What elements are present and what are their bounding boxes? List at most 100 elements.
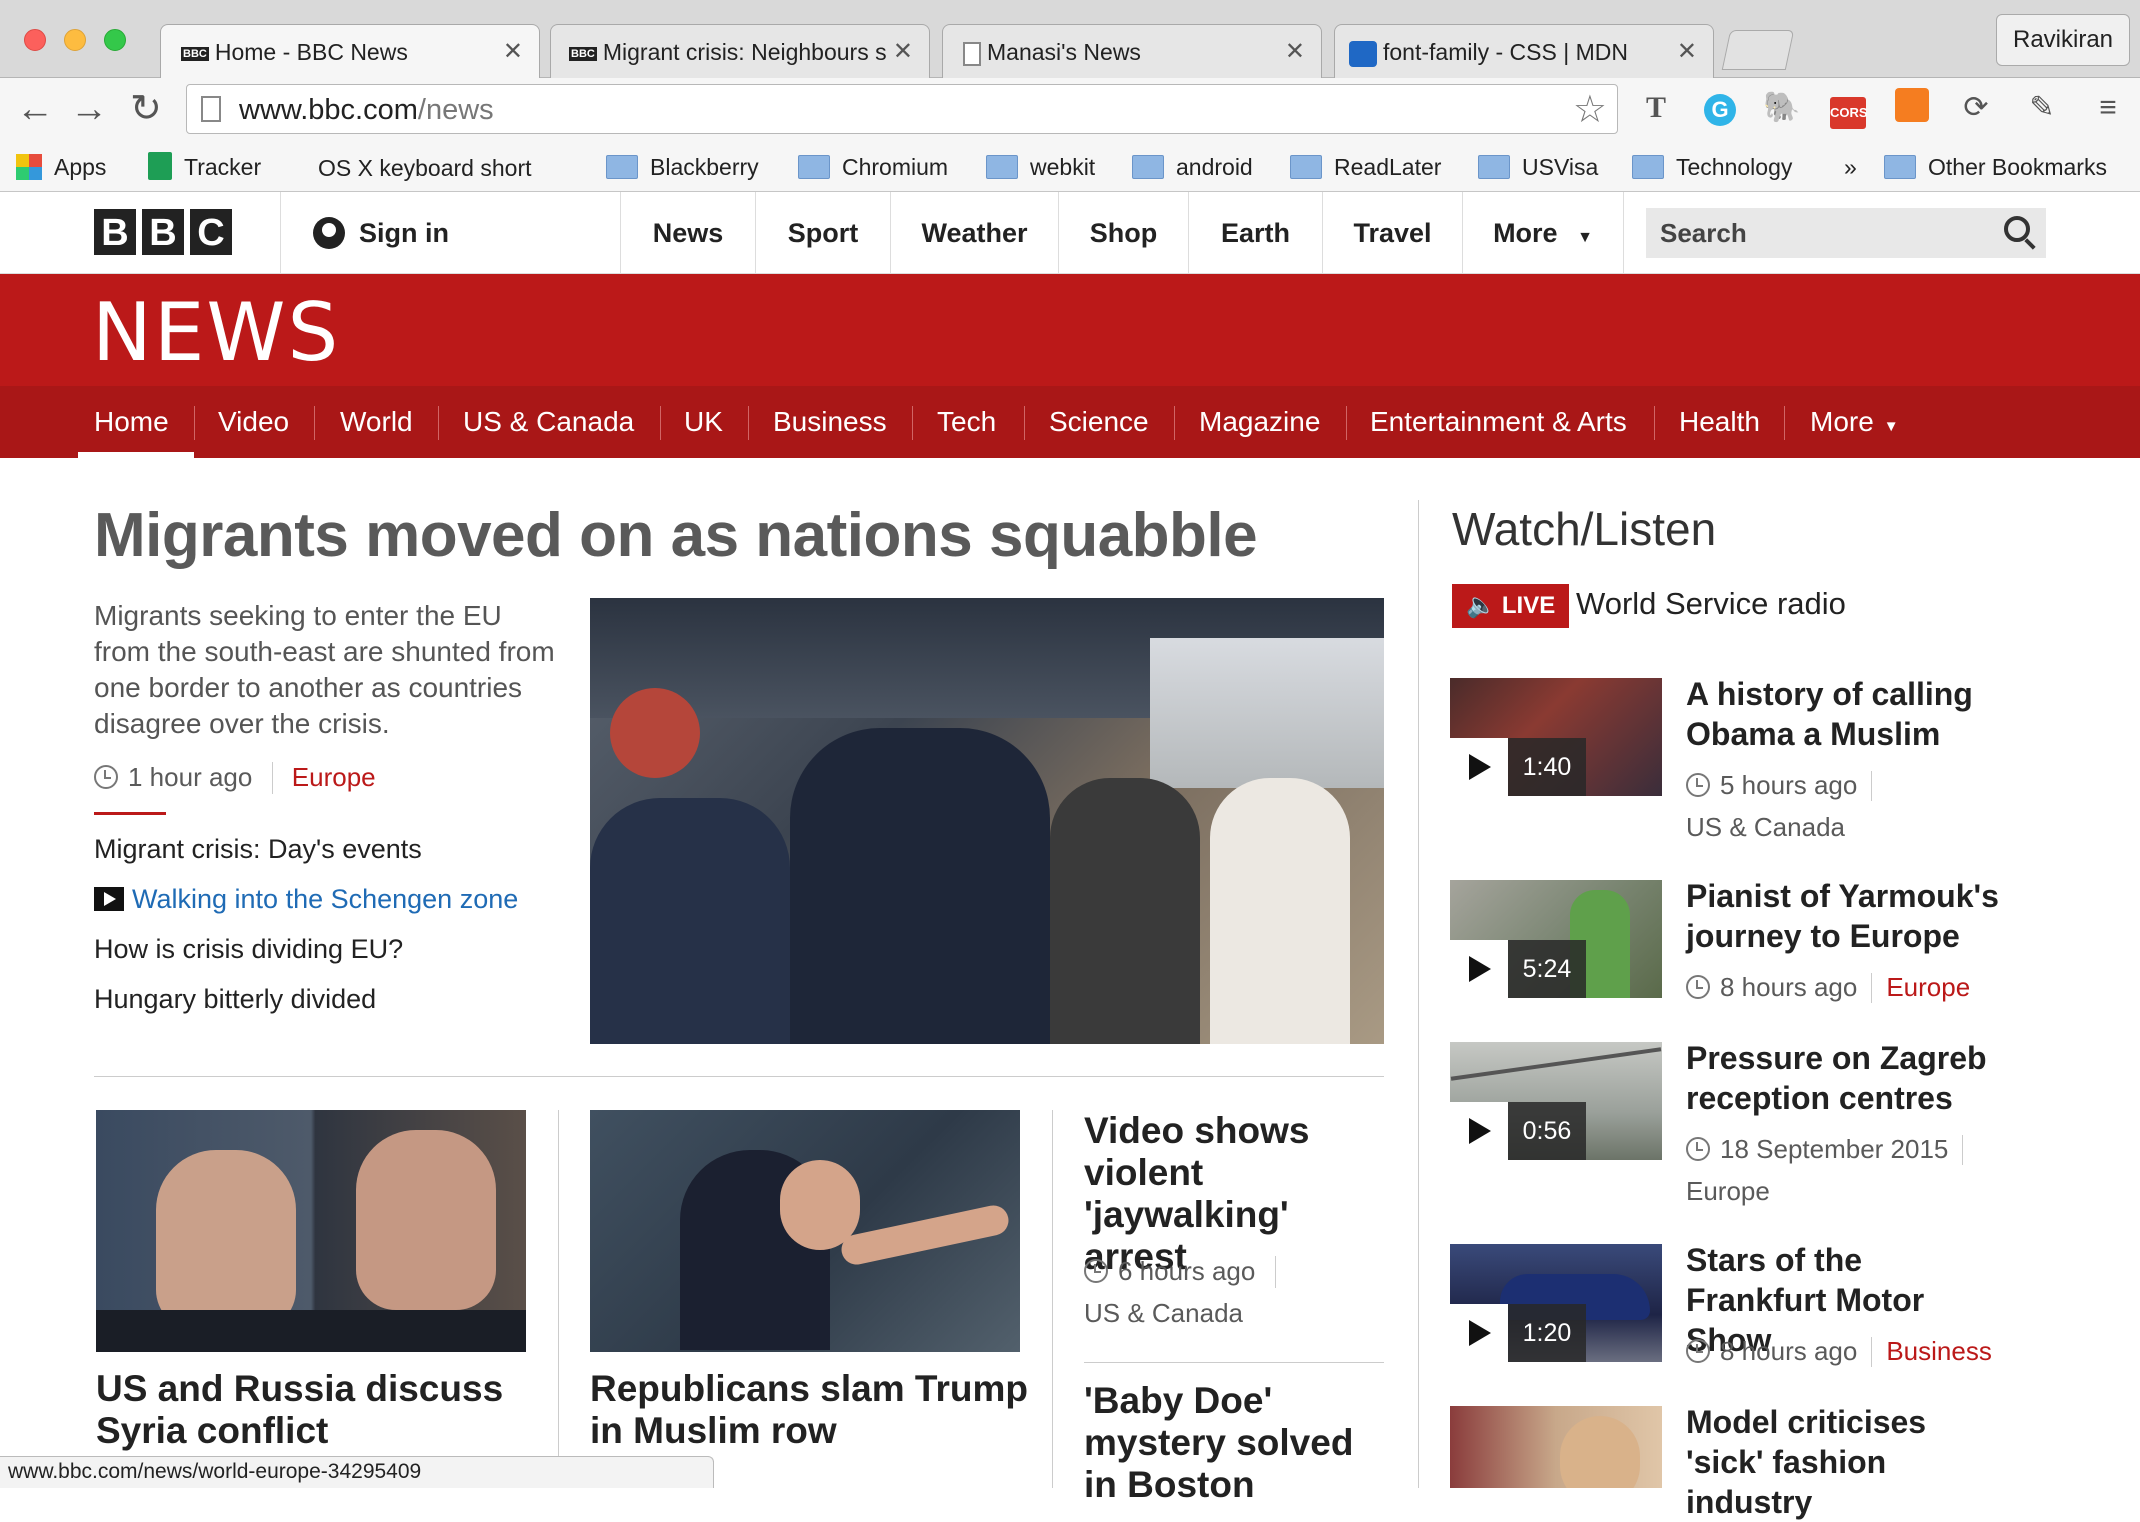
related-link-1[interactable]: Migrant crisis: Day's events bbox=[94, 834, 422, 865]
video-thumb-zagreb[interactable]: 0:56 bbox=[1450, 1042, 1662, 1160]
sheets-icon bbox=[148, 152, 172, 180]
tab-mdn[interactable]: font-family - CSS | MDN ✕ bbox=[1334, 24, 1714, 78]
back-icon[interactable]: ← bbox=[16, 88, 54, 131]
watch-item-title[interactable]: Pianist of Yarmouk's journey to Europe bbox=[1686, 876, 2006, 956]
new-tab-button[interactable] bbox=[1721, 30, 1795, 70]
address-bar[interactable]: www.bbc.com/news ☆ bbox=[186, 84, 1618, 134]
video-thumb-yarmouk[interactable]: 5:24 bbox=[1450, 880, 1662, 998]
bookmark-osx-shortcuts[interactable]: OS X keyboard short bbox=[306, 150, 576, 184]
close-tab-icon[interactable]: ✕ bbox=[886, 37, 913, 66]
subnav-health[interactable]: Health bbox=[1679, 386, 1760, 458]
logo-block: B bbox=[94, 209, 136, 255]
related-link-4[interactable]: Hungary bitterly divided bbox=[94, 984, 376, 1015]
bookmark-apps[interactable]: Apps bbox=[16, 150, 106, 184]
story-image-trump[interactable] bbox=[590, 1110, 1020, 1352]
subnav-more[interactable]: More ▼ bbox=[1810, 386, 1899, 458]
timestamp: 5 hours ago bbox=[1720, 770, 1858, 800]
tab-manasis-news[interactable]: Manasi's News ✕ bbox=[942, 24, 1322, 78]
eyedropper-icon[interactable]: ✎ bbox=[2022, 88, 2062, 128]
bookmark-chromium[interactable]: Chromium bbox=[798, 150, 948, 184]
subnav-world[interactable]: World bbox=[340, 386, 413, 458]
close-tab-icon[interactable]: ✕ bbox=[1285, 37, 1305, 66]
bbc-logo[interactable]: BBC bbox=[94, 209, 238, 255]
chrome-menu-icon[interactable]: ≡ bbox=[2088, 88, 2128, 128]
watch-item-title[interactable]: Model criticises 'sick' fashion industry bbox=[1686, 1402, 2006, 1522]
section-link[interactable]: Europe bbox=[292, 762, 376, 792]
forward-icon[interactable]: → bbox=[70, 88, 108, 131]
bookmark-other[interactable]: Other Bookmarks bbox=[1884, 150, 2107, 184]
video-thumb-frankfurt[interactable]: 1:20 bbox=[1450, 1244, 1662, 1362]
divider bbox=[314, 406, 315, 440]
nav-travel[interactable]: Travel bbox=[1322, 192, 1462, 274]
subnav-video[interactable]: Video bbox=[218, 386, 289, 458]
nav-more[interactable]: More ▼ bbox=[1462, 192, 1624, 274]
story-headline-trump[interactable]: Republicans slam Trump in Muslim row bbox=[590, 1368, 1030, 1452]
story-headline-us-russia[interactable]: US and Russia discuss Syria conflict bbox=[96, 1368, 536, 1452]
top-story-headline[interactable]: Migrants moved on as nations squabble bbox=[94, 500, 1258, 571]
related-video-link[interactable]: Walking into the Schengen zone bbox=[94, 884, 518, 915]
related-link-3[interactable]: How is crisis dividing EU? bbox=[94, 934, 403, 965]
tab-migrant-crisis[interactable]: BBC Migrant crisis: Neighbours sq ✕ bbox=[550, 24, 930, 78]
top-story-image[interactable] bbox=[590, 598, 1384, 1044]
nav-shop[interactable]: Shop bbox=[1058, 192, 1188, 274]
news-brand[interactable]: NEWS bbox=[92, 286, 340, 379]
folder-icon bbox=[606, 155, 638, 179]
close-tab-icon[interactable]: ✕ bbox=[1677, 37, 1697, 66]
story-image-us-russia[interactable] bbox=[96, 1110, 526, 1352]
search-input[interactable]: Search bbox=[1646, 208, 2046, 258]
bookmark-technology[interactable]: Technology bbox=[1632, 150, 1792, 184]
profile-button[interactable]: Ravikiran bbox=[1996, 14, 2130, 66]
subnav-us-canada[interactable]: US & Canada bbox=[463, 386, 634, 458]
bookmark-blackberry[interactable]: Blackberry bbox=[606, 150, 759, 184]
nav-sport[interactable]: Sport bbox=[755, 192, 890, 274]
grammarly-icon[interactable]: G bbox=[1700, 88, 1740, 128]
video-thumb-obama[interactable]: 1:40 bbox=[1450, 678, 1662, 796]
section-link[interactable]: Europe bbox=[1686, 1176, 1770, 1207]
police-officer-shape bbox=[590, 798, 790, 1044]
bookmark-label: webkit bbox=[1030, 154, 1096, 180]
top-story-summary: Migrants seeking to enter the EU from th… bbox=[94, 600, 555, 739]
section-link[interactable]: US & Canada bbox=[1686, 812, 1845, 843]
close-tab-icon[interactable]: ✕ bbox=[503, 37, 523, 66]
bookmark-star-icon[interactable]: ☆ bbox=[1573, 87, 1607, 132]
zoom-window-button[interactable] bbox=[104, 29, 126, 51]
cors-extension-icon[interactable]: CORS bbox=[1828, 88, 1868, 129]
folder-icon bbox=[1132, 155, 1164, 179]
subnav-business[interactable]: Business bbox=[773, 386, 887, 458]
watch-item-title[interactable]: A history of calling Obama a Muslim bbox=[1686, 674, 2006, 754]
nav-earth[interactable]: Earth bbox=[1188, 192, 1322, 274]
live-badge[interactable]: 🔈 LIVE bbox=[1452, 584, 1570, 628]
text-extension-icon[interactable]: T bbox=[1636, 88, 1676, 128]
sync-extension-icon[interactable]: ⟳ bbox=[1956, 88, 1996, 128]
tab-bbc-home[interactable]: BBC Home - BBC News ✕ bbox=[160, 24, 540, 80]
arm-shape bbox=[838, 1202, 1012, 1268]
story-headline-baby-doe[interactable]: 'Baby Doe' mystery solved in Boston bbox=[1084, 1380, 1384, 1506]
subnav-magazine[interactable]: Magazine bbox=[1199, 386, 1320, 458]
close-window-button[interactable] bbox=[24, 29, 46, 51]
subnav-science[interactable]: Science bbox=[1049, 386, 1149, 458]
bookmark-android[interactable]: android bbox=[1132, 150, 1253, 184]
bookmark-tracker[interactable]: Tracker bbox=[148, 150, 261, 184]
section-link[interactable]: US & Canada bbox=[1084, 1298, 1243, 1329]
section-link[interactable]: Europe bbox=[1886, 972, 1970, 1002]
bookmark-readlater[interactable]: ReadLater bbox=[1290, 150, 1441, 184]
evernote-icon[interactable]: 🐘 bbox=[1762, 88, 1802, 128]
subnav-uk[interactable]: UK bbox=[684, 386, 723, 458]
bookmark-usvisa[interactable]: USVisa bbox=[1478, 150, 1598, 184]
subnav-tech[interactable]: Tech bbox=[937, 386, 996, 458]
bookmark-webkit[interactable]: webkit bbox=[986, 150, 1095, 184]
section-link[interactable]: Business bbox=[1886, 1336, 1992, 1366]
share-extension-icon[interactable] bbox=[1892, 88, 1932, 128]
bookmark-overflow-chevron[interactable]: » bbox=[1844, 150, 1857, 184]
subnav-entertainment-arts[interactable]: Entertainment & Arts bbox=[1370, 386, 1627, 458]
watch-item-title[interactable]: Pressure on Zagreb reception centres bbox=[1686, 1038, 2006, 1118]
live-radio-link[interactable]: World Service radio bbox=[1576, 586, 1846, 622]
nav-weather[interactable]: Weather bbox=[890, 192, 1058, 274]
nav-news[interactable]: News bbox=[620, 192, 755, 274]
subnav-home[interactable]: Home bbox=[94, 386, 169, 458]
story-headline-jaywalking[interactable]: Video shows violent 'jaywalking' arrest bbox=[1084, 1110, 1384, 1278]
video-thumb-model[interactable] bbox=[1450, 1406, 1662, 1488]
reload-icon[interactable]: ↻ bbox=[130, 86, 162, 131]
minimize-window-button[interactable] bbox=[64, 29, 86, 51]
sign-in-link[interactable]: Sign in bbox=[280, 192, 620, 274]
